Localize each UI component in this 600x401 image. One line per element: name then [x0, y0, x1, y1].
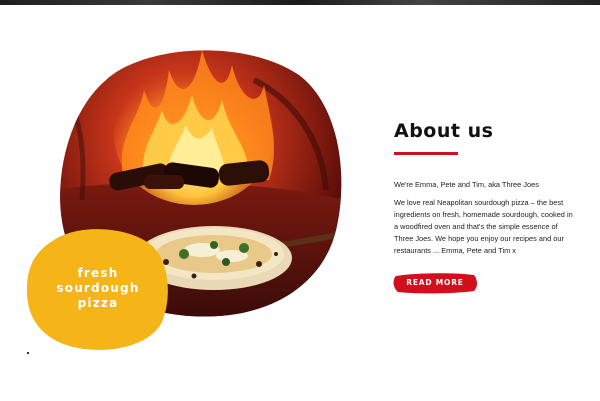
about-body: We love real Neapolitan sourdough pizza …: [394, 198, 573, 255]
about-section: About us We're Emma, Pete and Tim, aka T…: [394, 120, 579, 257]
read-more-label: READ MORE: [406, 278, 464, 287]
badge-text: fresh sourdough pizza: [26, 266, 170, 311]
about-title: About us: [394, 120, 494, 142]
badge-line-fresh: fresh: [77, 266, 119, 280]
badge-line-sourdough: sourdough: [56, 281, 140, 295]
title-underline: [394, 152, 458, 155]
top-header-strip: [0, 0, 600, 5]
about-intro: We're Emma, Pete and Tim, aka Three Joes: [394, 180, 539, 189]
decorative-dot: [27, 352, 29, 354]
badge-line-pizza: pizza: [77, 296, 119, 310]
fresh-sourdough-badge: fresh sourdough pizza: [26, 226, 170, 352]
read-more-button[interactable]: READ MORE: [392, 272, 478, 294]
